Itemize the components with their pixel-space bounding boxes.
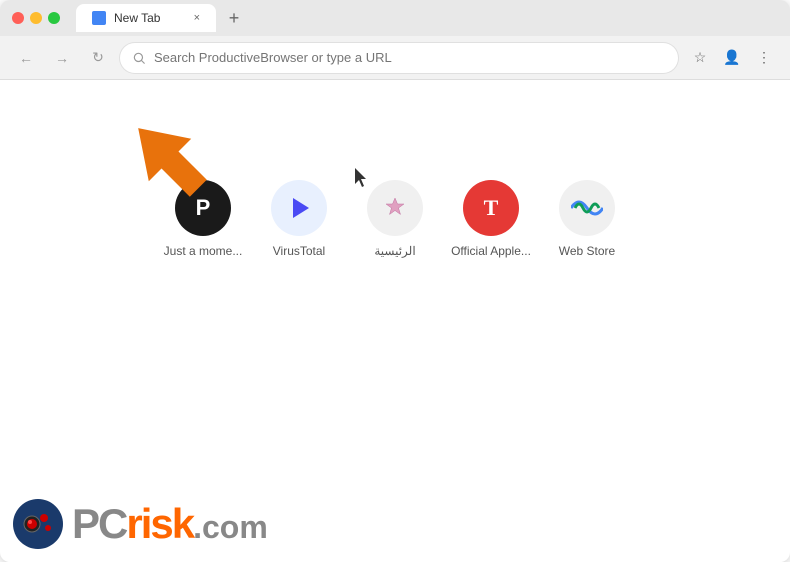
shortcut-label-arabic: الرئيسية <box>355 244 435 258</box>
watermark-text-container: PCrisk.com <box>72 500 268 548</box>
menu-button[interactable]: ⋮ <box>750 44 778 72</box>
shortcut-icon-virustotal <box>271 180 327 236</box>
watermark-pc: PC <box>72 500 126 547</box>
title-bar: New Tab × + <box>0 0 790 36</box>
tab-favicon <box>92 11 106 25</box>
shortcut-virustotal[interactable]: VirusTotal <box>259 180 339 258</box>
browser-window: New Tab × + ← → ↻ ☆ 👤 ⋮ <box>0 0 790 562</box>
watermark: PCrisk.com <box>12 498 268 550</box>
toolbar-actions: ☆ 👤 ⋮ <box>686 44 778 72</box>
tab-close-button[interactable]: × <box>194 12 200 24</box>
url-input[interactable] <box>154 50 666 65</box>
active-tab[interactable]: New Tab × <box>76 4 216 32</box>
minimize-button[interactable] <box>30 12 42 24</box>
shortcut-official-apple[interactable]: T Official Apple... <box>451 180 531 258</box>
page-content: P Just a mome... VirusTotal الر <box>0 80 790 562</box>
watermark-logo <box>12 498 64 550</box>
watermark-dotcom: .com <box>193 509 268 545</box>
address-bar[interactable] <box>120 43 678 73</box>
maximize-button[interactable] <box>48 12 60 24</box>
close-button[interactable] <box>12 12 24 24</box>
shortcut-label-just-a-moment: Just a mome... <box>163 244 243 258</box>
shortcut-icon-arabic <box>367 180 423 236</box>
search-icon <box>132 51 146 65</box>
tab-title: New Tab <box>114 11 160 25</box>
shortcut-icon-official-apple: T <box>463 180 519 236</box>
shortcut-web-store[interactable]: Web Store <box>547 180 627 258</box>
shortcut-label-virustotal: VirusTotal <box>259 244 339 258</box>
shortcut-icon-web-store <box>559 180 615 236</box>
account-button[interactable]: 👤 <box>718 44 746 72</box>
watermark-risk: risk <box>126 500 193 547</box>
shortcut-label-web-store: Web Store <box>547 244 627 258</box>
orange-arrow <box>120 110 220 215</box>
shortcut-arabic[interactable]: الرئيسية <box>355 180 435 258</box>
reload-button[interactable]: ↻ <box>84 44 112 72</box>
forward-button[interactable]: → <box>48 44 76 72</box>
shortcut-label-official-apple: Official Apple... <box>451 244 531 258</box>
new-tab-button[interactable]: + <box>220 4 248 32</box>
back-button[interactable]: ← <box>12 44 40 72</box>
toolbar: ← → ↻ ☆ 👤 ⋮ <box>0 36 790 80</box>
tab-bar: New Tab × + <box>76 4 778 32</box>
bookmark-button[interactable]: ☆ <box>686 44 714 72</box>
shortcuts-grid: P Just a mome... VirusTotal الر <box>163 180 627 258</box>
traffic-lights <box>12 12 60 24</box>
